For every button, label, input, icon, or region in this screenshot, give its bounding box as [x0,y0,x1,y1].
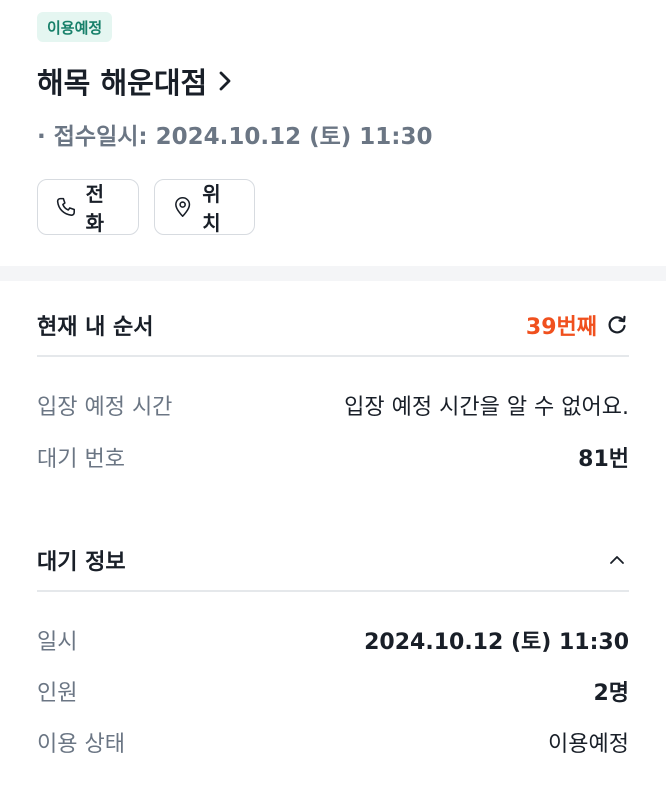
location-pin-icon [175,197,191,217]
expected-entry-row: 입장 예정 시간 입장 예정 시간을 알 수 없어요. [37,385,629,425]
store-title-link[interactable]: 해목 해운대점 [37,60,233,102]
refresh-icon[interactable] [605,313,629,337]
store-header: 이용예정 해목 해운대점 · 접수일시: 2024.10.12 (토) 11:3… [0,0,666,266]
wait-number-label: 대기 번호 [37,447,125,472]
wait-info-section-title: 대기 정보 [37,550,126,575]
wait-info-section-header[interactable]: 대기 정보 [37,530,629,592]
datetime-label: 일시 [37,630,78,655]
party-size-row: 인원 2명 [37,671,629,711]
status-badge: 이용예정 [37,12,113,42]
call-button[interactable]: 전화 [37,179,139,235]
party-size-value: 2명 [593,681,629,706]
receipt-datetime: · 접수일시: 2024.10.12 (토) 11:30 [37,124,433,150]
chevron-up-icon[interactable] [605,548,629,572]
phone-icon [56,197,76,216]
usage-status-row: 이용 상태 이용예정 [37,722,629,762]
wait-number-row: 대기 번호 81번 [37,437,629,477]
expected-entry-value: 입장 예정 시간을 알 수 없어요. [344,395,629,420]
store-name: 해목 해운대점 [37,66,208,100]
expected-entry-label: 입장 예정 시간 [37,395,173,420]
datetime-value: 2024.10.12 (토) 11:30 [364,630,629,655]
usage-status-label: 이용 상태 [37,732,125,757]
location-button-label: 위치 [202,182,221,235]
queue-section-title: 현재 내 순서 [37,315,154,340]
usage-status-value: 이용예정 [548,732,629,757]
wait-number-value: 81번 [578,447,629,472]
section-divider [0,266,666,281]
queue-position-number: 39번째 [525,315,597,340]
queue-position: 39번째 [526,309,629,341]
party-size-label: 인원 [37,681,78,706]
datetime-row: 일시 2024.10.12 (토) 11:30 [37,620,629,660]
chevron-right-icon [219,71,231,91]
location-button[interactable]: 위치 [154,179,255,235]
queue-section-header: 현재 내 순서 39번째 [37,295,629,357]
waitlist-detail-page: 이용예정 해목 해운대점 · 접수일시: 2024.10.12 (토) 11:3… [0,0,666,804]
call-button-label: 전화 [85,182,105,235]
